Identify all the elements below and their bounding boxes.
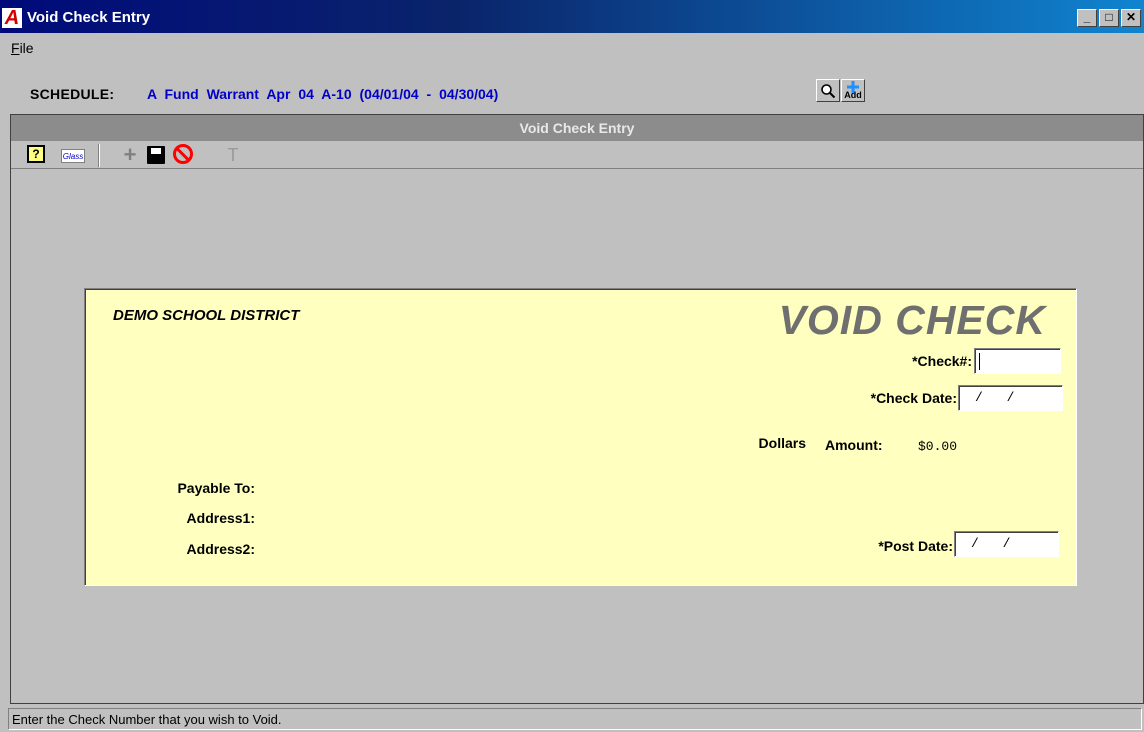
post-date-label: *Post Date: <box>878 538 953 554</box>
schedule-value: A Fund Warrant Apr 04 A-10 (04/01/04 - 0… <box>147 86 499 102</box>
menu-bar: File <box>0 38 1144 58</box>
close-button[interactable]: ✕ <box>1121 9 1141 27</box>
district-name: DEMO SCHOOL DISTRICT <box>113 307 300 324</box>
window-title: Void Check Entry <box>27 9 151 26</box>
search-button[interactable] <box>816 79 840 102</box>
form-header: Void Check Entry <box>11 115 1143 141</box>
status-bar: Enter the Check Number that you wish to … <box>8 708 1142 730</box>
filter-icon[interactable]: T <box>225 145 241 165</box>
check-number-label: *Check#: <box>912 353 972 369</box>
menu-file[interactable]: File <box>11 40 34 56</box>
window-controls: _ □ ✕ <box>1077 9 1141 27</box>
text-cursor <box>979 353 980 370</box>
glass-icon[interactable]: Glass <box>61 149 85 163</box>
cancel-icon[interactable] <box>173 144 193 164</box>
void-check-panel: DEMO SCHOOL DISTRICT VOID CHECK *Check#:… <box>84 288 1077 586</box>
address1-label: Address1: <box>186 510 255 526</box>
plus-icon[interactable]: + <box>121 142 139 167</box>
add-button[interactable]: Add <box>841 79 865 102</box>
schedule-label: SCHEDULE: <box>30 86 115 102</box>
help-icon[interactable]: ? <box>27 145 45 163</box>
save-icon[interactable] <box>147 146 165 164</box>
address2-label: Address2: <box>186 541 255 557</box>
void-check-title: VOID CHECK <box>778 297 1046 343</box>
dollars-label: Dollars <box>758 435 806 451</box>
check-date-label: *Check Date: <box>870 390 957 406</box>
amount-label: Amount: <box>825 437 883 453</box>
post-date-input[interactable]: / / <box>954 531 1059 557</box>
form-toolbar: ? Glass + T <box>11 141 1143 169</box>
toolbar-separator <box>98 144 100 167</box>
minimize-button[interactable]: _ <box>1077 9 1097 27</box>
payable-to-label: Payable To: <box>177 480 255 496</box>
form-frame: Void Check Entry ? Glass + T DEMO SCHOOL… <box>10 114 1144 704</box>
check-date-input[interactable]: / / <box>958 385 1063 411</box>
app-logo-icon: A <box>2 8 22 28</box>
title-bar: A Void Check Entry _ □ ✕ <box>0 0 1144 33</box>
status-text: Enter the Check Number that you wish to … <box>12 712 282 727</box>
maximize-button[interactable]: □ <box>1099 9 1119 27</box>
search-icon <box>821 83 836 98</box>
check-number-input[interactable] <box>974 348 1061 374</box>
add-icon <box>847 81 859 93</box>
amount-value: $0.00 <box>918 439 958 454</box>
